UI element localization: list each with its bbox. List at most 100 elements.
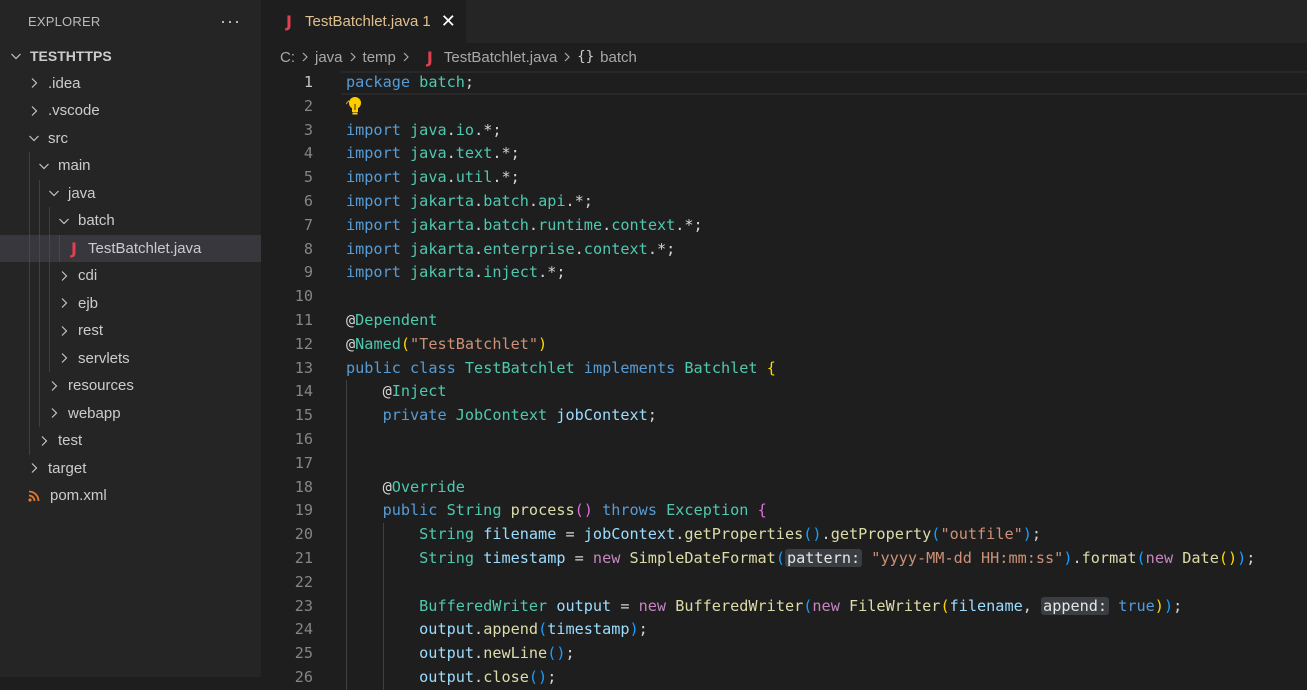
breadcrumb-temp[interactable]: temp: [363, 49, 396, 66]
tree-folder[interactable]: cdi: [0, 262, 261, 290]
tree-folder[interactable]: servlets: [0, 344, 261, 372]
line-number: 9: [303, 263, 313, 282]
more-actions-icon[interactable]: ···: [220, 11, 241, 32]
chevron-right-icon[interactable]: [26, 105, 42, 117]
close-icon[interactable]: ✕: [441, 11, 456, 32]
tree-root-folder[interactable]: TESTHTTPS: [0, 42, 261, 70]
chevron-right-icon[interactable]: [26, 77, 42, 89]
code-token: ): [538, 334, 548, 353]
tree-file[interactable]: J TestBatchlet.java: [0, 234, 261, 262]
code-text: import java.io.*;: [346, 119, 502, 143]
code-token: java: [410, 120, 447, 139]
code-line[interactable]: 9 import jakarta.inject.*;: [261, 261, 1307, 285]
tree-folder[interactable]: src: [0, 125, 261, 153]
code-line[interactable]: 3 import java.io.*;: [261, 119, 1307, 143]
editor-tab-bar: J TestBatchlet.java 1 ✕: [261, 0, 1307, 43]
code-line[interactable]: 25 output.newLine();: [261, 642, 1307, 666]
breadcrumb-file[interactable]: TestBatchlet.java: [444, 49, 557, 66]
line-number: 1: [303, 73, 313, 91]
code-line[interactable]: 17: [261, 451, 1307, 476]
chevron-right-icon[interactable]: [56, 352, 72, 364]
code-line[interactable]: 10: [261, 285, 1307, 309]
code-line[interactable]: 12 @Named("TestBatchlet"): [261, 333, 1307, 357]
chevron-down-icon[interactable]: [56, 215, 72, 227]
line-number: 5: [303, 168, 313, 187]
chevron-right-icon[interactable]: [56, 270, 72, 282]
code-token: (: [1136, 548, 1146, 567]
tree-folder[interactable]: resources: [0, 372, 261, 400]
chevron-down-icon[interactable]: [8, 50, 24, 62]
breadcrumb-java[interactable]: java: [315, 49, 343, 66]
code-line[interactable]: 13 public class TestBatchlet implements B…: [261, 357, 1307, 381]
code-token: Date: [1182, 548, 1219, 567]
code-editor[interactable]: 1 package batch; 2 3 import java.io.*; 4 impor…: [261, 71, 1307, 690]
code-line[interactable]: 18 @Override: [261, 475, 1307, 500]
code-line[interactable]: 16: [261, 427, 1307, 452]
indent-guide: [49, 234, 50, 262]
code-line[interactable]: 11 @Dependent: [261, 309, 1307, 333]
tree-file[interactable]: pom.xml: [0, 482, 261, 510]
tree-folder[interactable]: batch: [0, 207, 261, 235]
tab-testbatchlet-java[interactable]: J TestBatchlet.java 1 ✕: [261, 0, 466, 43]
chevron-down-icon[interactable]: [36, 160, 52, 172]
code-line[interactable]: 21 String timestamp = new SimpleDateForm…: [261, 546, 1307, 571]
code-line[interactable]: 20 String filename = jobContext.getPrope…: [261, 523, 1307, 547]
chevron-right-icon[interactable]: [46, 380, 62, 392]
indent-guide: [39, 399, 40, 427]
code-line[interactable]: 15 private JobContext jobContext;: [261, 404, 1307, 428]
code-line[interactable]: 1 package batch;: [261, 71, 1307, 105]
chevron-down-icon[interactable]: [46, 187, 62, 199]
indent-guide: [29, 152, 30, 180]
tree-folder[interactable]: webapp: [0, 399, 261, 427]
code-token: .: [474, 620, 484, 639]
tree-folder[interactable]: main: [0, 152, 261, 180]
breadcrumb-drive[interactable]: C:: [280, 49, 295, 66]
code-token: new: [592, 548, 621, 567]
breadcrumb-package[interactable]: batch: [600, 49, 637, 66]
indent-guide: [39, 344, 40, 372]
code-token: .: [821, 525, 831, 544]
code-line[interactable]: 14 @Inject: [261, 380, 1307, 405]
code-token: Named: [355, 334, 401, 353]
indent-guide: [39, 179, 40, 207]
chevron-down-icon[interactable]: [26, 132, 42, 144]
line-number: 13: [294, 358, 313, 377]
code-line[interactable]: 6 import jakarta.batch.api.*;: [261, 190, 1307, 214]
code-line[interactable]: 5 import java.util.*;: [261, 166, 1307, 190]
tree-folder[interactable]: test: [0, 427, 261, 455]
java-file-icon: J: [426, 47, 433, 67]
chevron-right-icon[interactable]: [26, 462, 42, 474]
tree-folder[interactable]: ejb: [0, 289, 261, 317]
tree-folder[interactable]: java: [0, 179, 261, 207]
chevron-right-icon[interactable]: [56, 325, 72, 337]
tree-folder[interactable]: .vscode: [0, 97, 261, 125]
code-line[interactable]: 24 output.append(timestamp);: [261, 618, 1307, 643]
code-line[interactable]: 7 import jakarta.batch.runtime.context.*;: [261, 214, 1307, 238]
tree-folder[interactable]: target: [0, 455, 261, 483]
code-token: (: [400, 334, 411, 353]
code-line[interactable]: 19 public String process() throws Except…: [261, 499, 1307, 524]
code-token: filename: [949, 596, 1023, 615]
line-number: 14: [294, 382, 313, 401]
code-line[interactable]: 2: [261, 95, 1307, 119]
explorer-sidebar: EXPLORER ··· TESTHTTPS .idea .vscode src mai…: [0, 0, 261, 677]
code-line[interactable]: 22: [261, 570, 1307, 595]
tree-folder[interactable]: rest: [0, 317, 261, 345]
code-line[interactable]: 8 import jakarta.enterprise.context.*;: [261, 238, 1307, 262]
chevron-right-icon[interactable]: [56, 297, 72, 309]
code-line[interactable]: 23 BufferedWriter output = new BufferedW…: [261, 594, 1307, 619]
code-line[interactable]: 4 import java.text.*;: [261, 142, 1307, 166]
chevron-right-icon[interactable]: [36, 435, 52, 447]
indent-guide: [29, 262, 30, 290]
tree-folder[interactable]: .idea: [0, 70, 261, 98]
chevron-right-icon[interactable]: [46, 407, 62, 419]
code-token: filename: [483, 525, 557, 544]
code-line[interactable]: 26 output.close();: [261, 665, 1307, 690]
